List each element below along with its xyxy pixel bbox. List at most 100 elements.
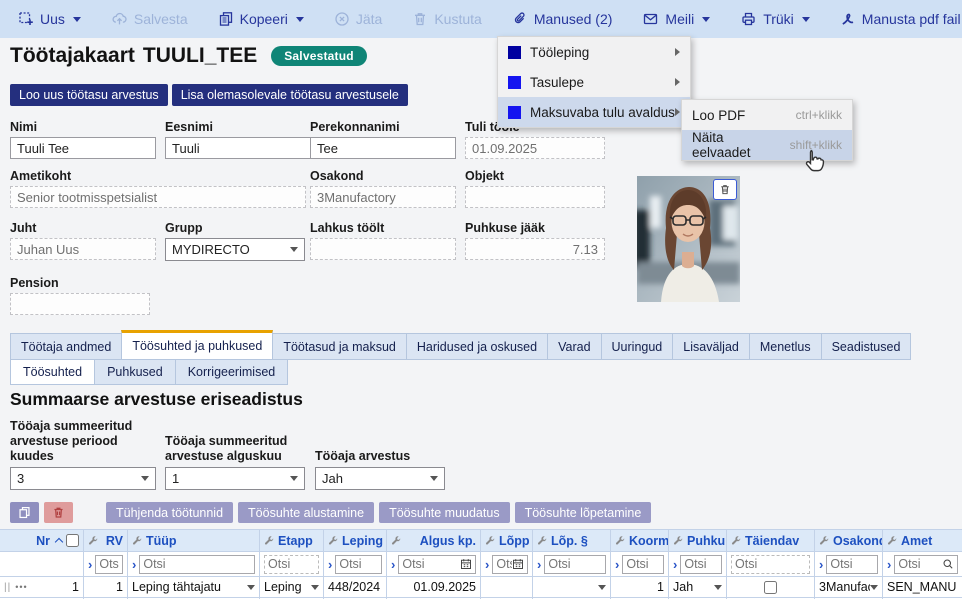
wrench-icon[interactable] bbox=[132, 535, 143, 546]
expand-filter-icon[interactable]: › bbox=[88, 557, 92, 572]
tab-menetlus[interactable]: Menetlus bbox=[749, 333, 822, 360]
cell-osakond[interactable]: 3Manufactory bbox=[815, 577, 883, 597]
new-button[interactable]: Uus bbox=[18, 11, 81, 27]
tab-seadistused[interactable]: Seadistused bbox=[821, 333, 912, 360]
tab-uuringud[interactable]: Uuringud bbox=[601, 333, 674, 360]
taiendav-filter-input[interactable] bbox=[735, 557, 806, 571]
nimi-input[interactable] bbox=[10, 137, 156, 159]
col-tyyp[interactable]: Tüüp bbox=[128, 530, 260, 551]
wrench-icon[interactable] bbox=[391, 535, 402, 546]
expand-filter-icon[interactable]: › bbox=[673, 557, 677, 572]
wrench-icon[interactable] bbox=[615, 535, 626, 546]
tab-tootaja-andmed[interactable]: Töötaja andmed bbox=[10, 333, 122, 360]
expand-filter-icon[interactable]: › bbox=[328, 557, 332, 572]
col-taiendav[interactable]: Täiendav bbox=[727, 530, 815, 551]
subtab-korrigeerimised[interactable]: Korrigeerimised bbox=[175, 359, 289, 385]
wrench-icon[interactable] bbox=[731, 535, 742, 546]
discard-button[interactable]: Jäta bbox=[334, 11, 382, 27]
col-osakond[interactable]: Osakond bbox=[815, 530, 883, 551]
tab-tootasud-ja-maksud[interactable]: Töötasud ja maksud bbox=[272, 333, 407, 360]
puhku-filter-input[interactable] bbox=[684, 557, 718, 571]
add-to-payroll-button[interactable]: Lisa olemasolevale töötasu arvestusele bbox=[172, 84, 408, 106]
col-etapp[interactable]: Etapp bbox=[260, 530, 324, 551]
attach-pdf-button[interactable]: Manusta pdf fail bbox=[840, 11, 962, 27]
caret-down-icon[interactable] bbox=[702, 17, 710, 22]
select-all-checkbox[interactable] bbox=[66, 534, 79, 547]
lop-filter-input[interactable] bbox=[548, 557, 602, 571]
caret-down-icon[interactable] bbox=[296, 17, 304, 22]
col-amet[interactable]: Amet bbox=[883, 530, 962, 551]
alguskuu-select[interactable]: 1 bbox=[165, 467, 305, 490]
col-lop-paragrahv[interactable]: Lõp. § bbox=[533, 530, 611, 551]
save-button[interactable]: Salvesta bbox=[111, 11, 188, 27]
clear-hours-button[interactable]: Tühjenda töötunnid bbox=[106, 502, 233, 523]
copy-row-button[interactable] bbox=[10, 502, 39, 523]
lopp-filter-input[interactable] bbox=[496, 557, 512, 571]
eesnimi-input[interactable] bbox=[165, 137, 311, 159]
cell-koorm[interactable]: 1 bbox=[611, 577, 669, 597]
osakond-filter-input[interactable] bbox=[830, 557, 874, 571]
sort-asc-icon[interactable] bbox=[55, 538, 63, 546]
start-employment-button[interactable]: Töösuhte alustamine bbox=[238, 502, 374, 523]
tab-lisavaljad[interactable]: Lisaväljad bbox=[672, 333, 750, 360]
cell-leping[interactable]: 448/2024 bbox=[324, 577, 387, 597]
wrench-icon[interactable] bbox=[264, 535, 275, 546]
subtab-toosuhted[interactable]: Töösuhted bbox=[10, 359, 95, 385]
col-rv[interactable]: RV bbox=[84, 530, 128, 551]
expand-filter-icon[interactable]: › bbox=[819, 557, 823, 572]
create-payroll-button[interactable]: Loo uus töötasu arvestus bbox=[10, 84, 168, 106]
wrench-icon[interactable] bbox=[537, 535, 548, 546]
expand-filter-icon[interactable]: › bbox=[615, 557, 619, 572]
algus-filter-input[interactable] bbox=[402, 557, 460, 571]
submenu-item-loo-pdf[interactable]: Loo PDF ctrl+klikk bbox=[682, 100, 852, 130]
submenu-item-naita-eelvaadet[interactable]: Näita eelvaadet shift+klikk bbox=[682, 130, 852, 160]
cell-puhku[interactable]: Jah bbox=[669, 577, 727, 597]
cell-lopp[interactable] bbox=[481, 577, 533, 597]
expand-filter-icon[interactable]: › bbox=[537, 557, 541, 572]
calendar-icon[interactable] bbox=[512, 558, 524, 570]
perekonnanimi-input[interactable] bbox=[310, 137, 456, 159]
expand-filter-icon[interactable]: › bbox=[132, 557, 136, 572]
menu-item-tasulepe[interactable]: Tasulepe bbox=[498, 67, 690, 97]
cell-tyyp[interactable]: Leping tähtajatu bbox=[128, 577, 260, 597]
periood-select[interactable]: 3 bbox=[10, 467, 156, 490]
drag-handle-icon[interactable]: || bbox=[4, 582, 11, 593]
grupp-select[interactable]: MYDIRECTO bbox=[165, 238, 305, 261]
delete-button[interactable]: Kustuta bbox=[412, 11, 481, 27]
end-employment-button[interactable]: Töösuhte lõpetamine bbox=[515, 502, 652, 523]
tab-varad[interactable]: Varad bbox=[547, 333, 601, 360]
delete-row-button[interactable] bbox=[44, 502, 73, 523]
print-button[interactable]: Trüki bbox=[740, 11, 810, 27]
cell-etapp[interactable]: Leping bbox=[260, 577, 324, 597]
email-button[interactable]: Meili bbox=[642, 11, 710, 27]
wrench-icon[interactable] bbox=[328, 535, 339, 546]
search-icon[interactable] bbox=[942, 558, 954, 570]
delete-photo-button[interactable] bbox=[713, 179, 737, 200]
expand-filter-icon[interactable]: › bbox=[391, 557, 395, 572]
subtab-puhkused[interactable]: Puhkused bbox=[94, 359, 176, 385]
calendar-icon[interactable] bbox=[460, 558, 472, 570]
col-puhku[interactable]: Puhku bbox=[669, 530, 727, 551]
wrench-icon[interactable] bbox=[485, 535, 496, 546]
cell-algus-kp[interactable]: 01.09.2025 bbox=[387, 577, 481, 597]
wrench-icon[interactable] bbox=[673, 535, 684, 546]
attachments-button[interactable]: Manused (2) bbox=[512, 11, 613, 27]
leping-filter-input[interactable] bbox=[339, 557, 378, 571]
caret-down-icon[interactable] bbox=[802, 17, 810, 22]
wrench-icon[interactable] bbox=[819, 535, 830, 546]
change-employment-button[interactable]: Töösuhte muudatus bbox=[379, 502, 510, 523]
arvestus-select[interactable]: Jah bbox=[315, 467, 445, 490]
taiendav-checkbox[interactable] bbox=[764, 581, 777, 594]
menu-item-maksuvaba-tulu-avaldus[interactable]: Maksuvaba tulu avaldus bbox=[498, 97, 690, 127]
cell-rv[interactable]: 1 bbox=[84, 577, 128, 597]
expand-filter-icon[interactable]: › bbox=[887, 557, 891, 572]
cell-lop-paragrahv[interactable] bbox=[533, 577, 611, 597]
etapp-filter-input[interactable] bbox=[268, 557, 315, 571]
col-algus-kp[interactable]: Algus kp. bbox=[387, 530, 481, 551]
rv-filter-input[interactable] bbox=[99, 557, 119, 571]
menu-item-tooleping[interactable]: Tööleping bbox=[498, 37, 690, 67]
expand-filter-icon[interactable]: › bbox=[485, 557, 489, 572]
wrench-icon[interactable] bbox=[88, 535, 99, 546]
col-koorm[interactable]: Koorm bbox=[611, 530, 669, 551]
caret-down-icon[interactable] bbox=[73, 17, 81, 22]
